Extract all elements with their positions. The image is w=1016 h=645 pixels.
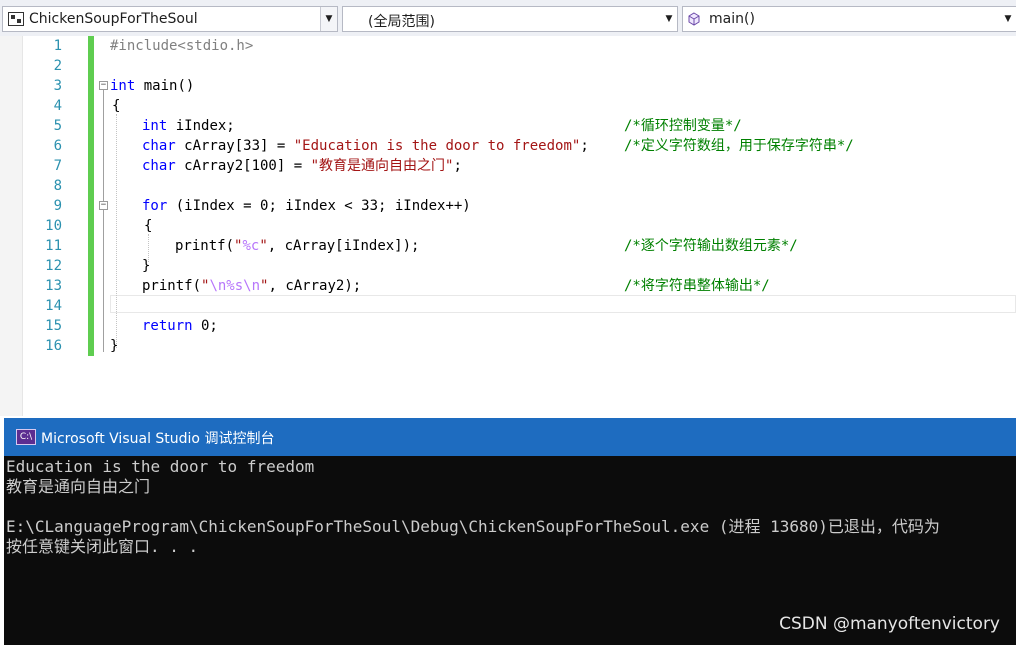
code-line[interactable]: 8 [0, 176, 1016, 196]
code-text: } [142, 258, 151, 274]
code-text: for (iIndex = 0; iIndex < 33; iIndex++) [142, 198, 471, 214]
code-line[interactable]: 10 { [0, 216, 1016, 236]
console-app-icon: C:\ [16, 429, 36, 445]
code-comment: /*循环控制变量*/ [624, 118, 742, 134]
project-dropdown[interactable]: ChickenSoupForTheSoul ▼ [2, 6, 338, 32]
line-number: 4 [53, 98, 62, 114]
code-line[interactable]: 13 printf("\n%s\n", cArray2); /*将字符串整体输出… [0, 276, 1016, 296]
member-dropdown[interactable]: main() ▼ [682, 6, 1016, 32]
console-output-line: 教育是通向自由之门 [6, 477, 151, 496]
code-line[interactable]: 5 int iIndex; /*循环控制变量*/ [0, 116, 1016, 136]
console-output-line: Education is the door to freedom [6, 457, 315, 476]
line-number: 16 [45, 338, 62, 354]
code-text: } [110, 338, 119, 354]
change-indicator [88, 56, 94, 76]
member-name: main() [709, 11, 755, 27]
code-text: char cArray[33] = "Education is the door… [142, 138, 589, 154]
code-line[interactable]: 3 − int main() [0, 76, 1016, 96]
code-line[interactable]: 2 [0, 56, 1016, 76]
code-text: int main() [110, 78, 195, 94]
watermark: CSDN @manyoftenvictory [779, 614, 1000, 634]
change-indicator [88, 336, 94, 356]
change-indicator [88, 156, 94, 176]
code-text: return 0; [142, 318, 218, 334]
code-line[interactable]: 1 #include<stdio.h> [0, 36, 1016, 56]
code-comment: /*将字符串整体输出*/ [624, 278, 770, 294]
line-number: 15 [45, 318, 62, 334]
code-line[interactable]: 9 − for (iIndex = 0; iIndex < 33; iIndex… [0, 196, 1016, 216]
scope-name: (全局范围) [368, 14, 435, 30]
change-indicator [88, 276, 94, 296]
code-comment: /*定义字符数组，用于保存字符串*/ [624, 138, 854, 154]
code-line[interactable]: 6 char cArray[33] = "Education is the do… [0, 136, 1016, 156]
change-indicator [88, 316, 94, 336]
code-text: { [144, 218, 153, 234]
code-text: char cArray2[100] = "教育是通向自由之门"; [142, 158, 462, 174]
code-text: printf("%c", cArray[iIndex]); [175, 238, 420, 254]
code-text: { [112, 98, 121, 114]
change-indicator [88, 236, 94, 256]
change-indicator [88, 216, 94, 236]
console-title: Microsoft Visual Studio 调试控制台 [41, 431, 275, 447]
dropdown-arrow-icon[interactable]: ▼ [661, 7, 677, 31]
line-number: 9 [53, 198, 62, 214]
fold-toggle-icon[interactable]: − [99, 81, 108, 90]
line-number: 7 [53, 158, 62, 174]
code-text: int iIndex; [142, 118, 235, 134]
scope-dropdown[interactable]: (全局范围) ▼ [342, 6, 678, 32]
code-editor[interactable]: 1 #include<stdio.h> 2 3 − int main() 4 {… [0, 36, 1016, 416]
line-number: 12 [45, 258, 62, 274]
console-title-bar[interactable]: C:\ Microsoft Visual Studio 调试控制台 [4, 418, 1016, 456]
line-number: 3 [53, 78, 62, 94]
change-indicator [88, 96, 94, 116]
line-number: 13 [45, 278, 62, 294]
code-comment: /*逐个字符输出数组元素*/ [624, 238, 798, 254]
dropdown-arrow-icon[interactable]: ▼ [320, 7, 337, 31]
fold-toggle-icon[interactable]: − [99, 201, 108, 210]
change-indicator [88, 196, 94, 216]
change-indicator [88, 296, 94, 316]
line-number: 1 [53, 38, 62, 54]
change-indicator [88, 176, 94, 196]
line-number: 14 [45, 298, 62, 314]
code-line[interactable]: 14 [0, 296, 1016, 316]
change-indicator [88, 256, 94, 276]
dropdown-arrow-icon[interactable]: ▼ [1000, 7, 1016, 31]
code-text: #include<stdio.h> [110, 38, 254, 54]
code-line[interactable]: 15 return 0; [0, 316, 1016, 336]
method-icon [688, 12, 700, 30]
navigation-bar: ChickenSoupForTheSoul ▼ (全局范围) ▼ main() … [0, 0, 1016, 36]
console-output-line: E:\CLanguageProgram\ChickenSoupForTheSou… [6, 517, 940, 536]
line-number: 2 [53, 58, 62, 74]
code-text: printf("\n%s\n", cArray2); [142, 278, 362, 294]
code-line[interactable]: 4 { [0, 96, 1016, 116]
debug-console-window[interactable]: C:\ Microsoft Visual Studio 调试控制台 Educat… [4, 418, 1016, 645]
code-line[interactable]: 7 char cArray2[100] = "教育是通向自由之门"; [0, 156, 1016, 176]
line-number: 8 [53, 178, 62, 194]
change-indicator [88, 136, 94, 156]
change-indicator [88, 76, 94, 96]
code-line[interactable]: 12 } [0, 256, 1016, 276]
line-number: 10 [45, 218, 62, 234]
change-indicator [88, 116, 94, 136]
console-output-line: 按任意键关闭此窗口. . . [6, 537, 199, 556]
line-number: 6 [53, 138, 62, 154]
code-line[interactable]: 11 printf("%c", cArray[iIndex]); /*逐个字符输… [0, 236, 1016, 256]
code-line[interactable]: 16 } [0, 336, 1016, 356]
project-name: ChickenSoupForTheSoul [29, 11, 198, 27]
project-icon [8, 12, 24, 30]
line-number: 5 [53, 118, 62, 134]
line-number: 11 [45, 238, 62, 254]
change-indicator [88, 36, 94, 56]
keyword-int: int [110, 78, 136, 94]
